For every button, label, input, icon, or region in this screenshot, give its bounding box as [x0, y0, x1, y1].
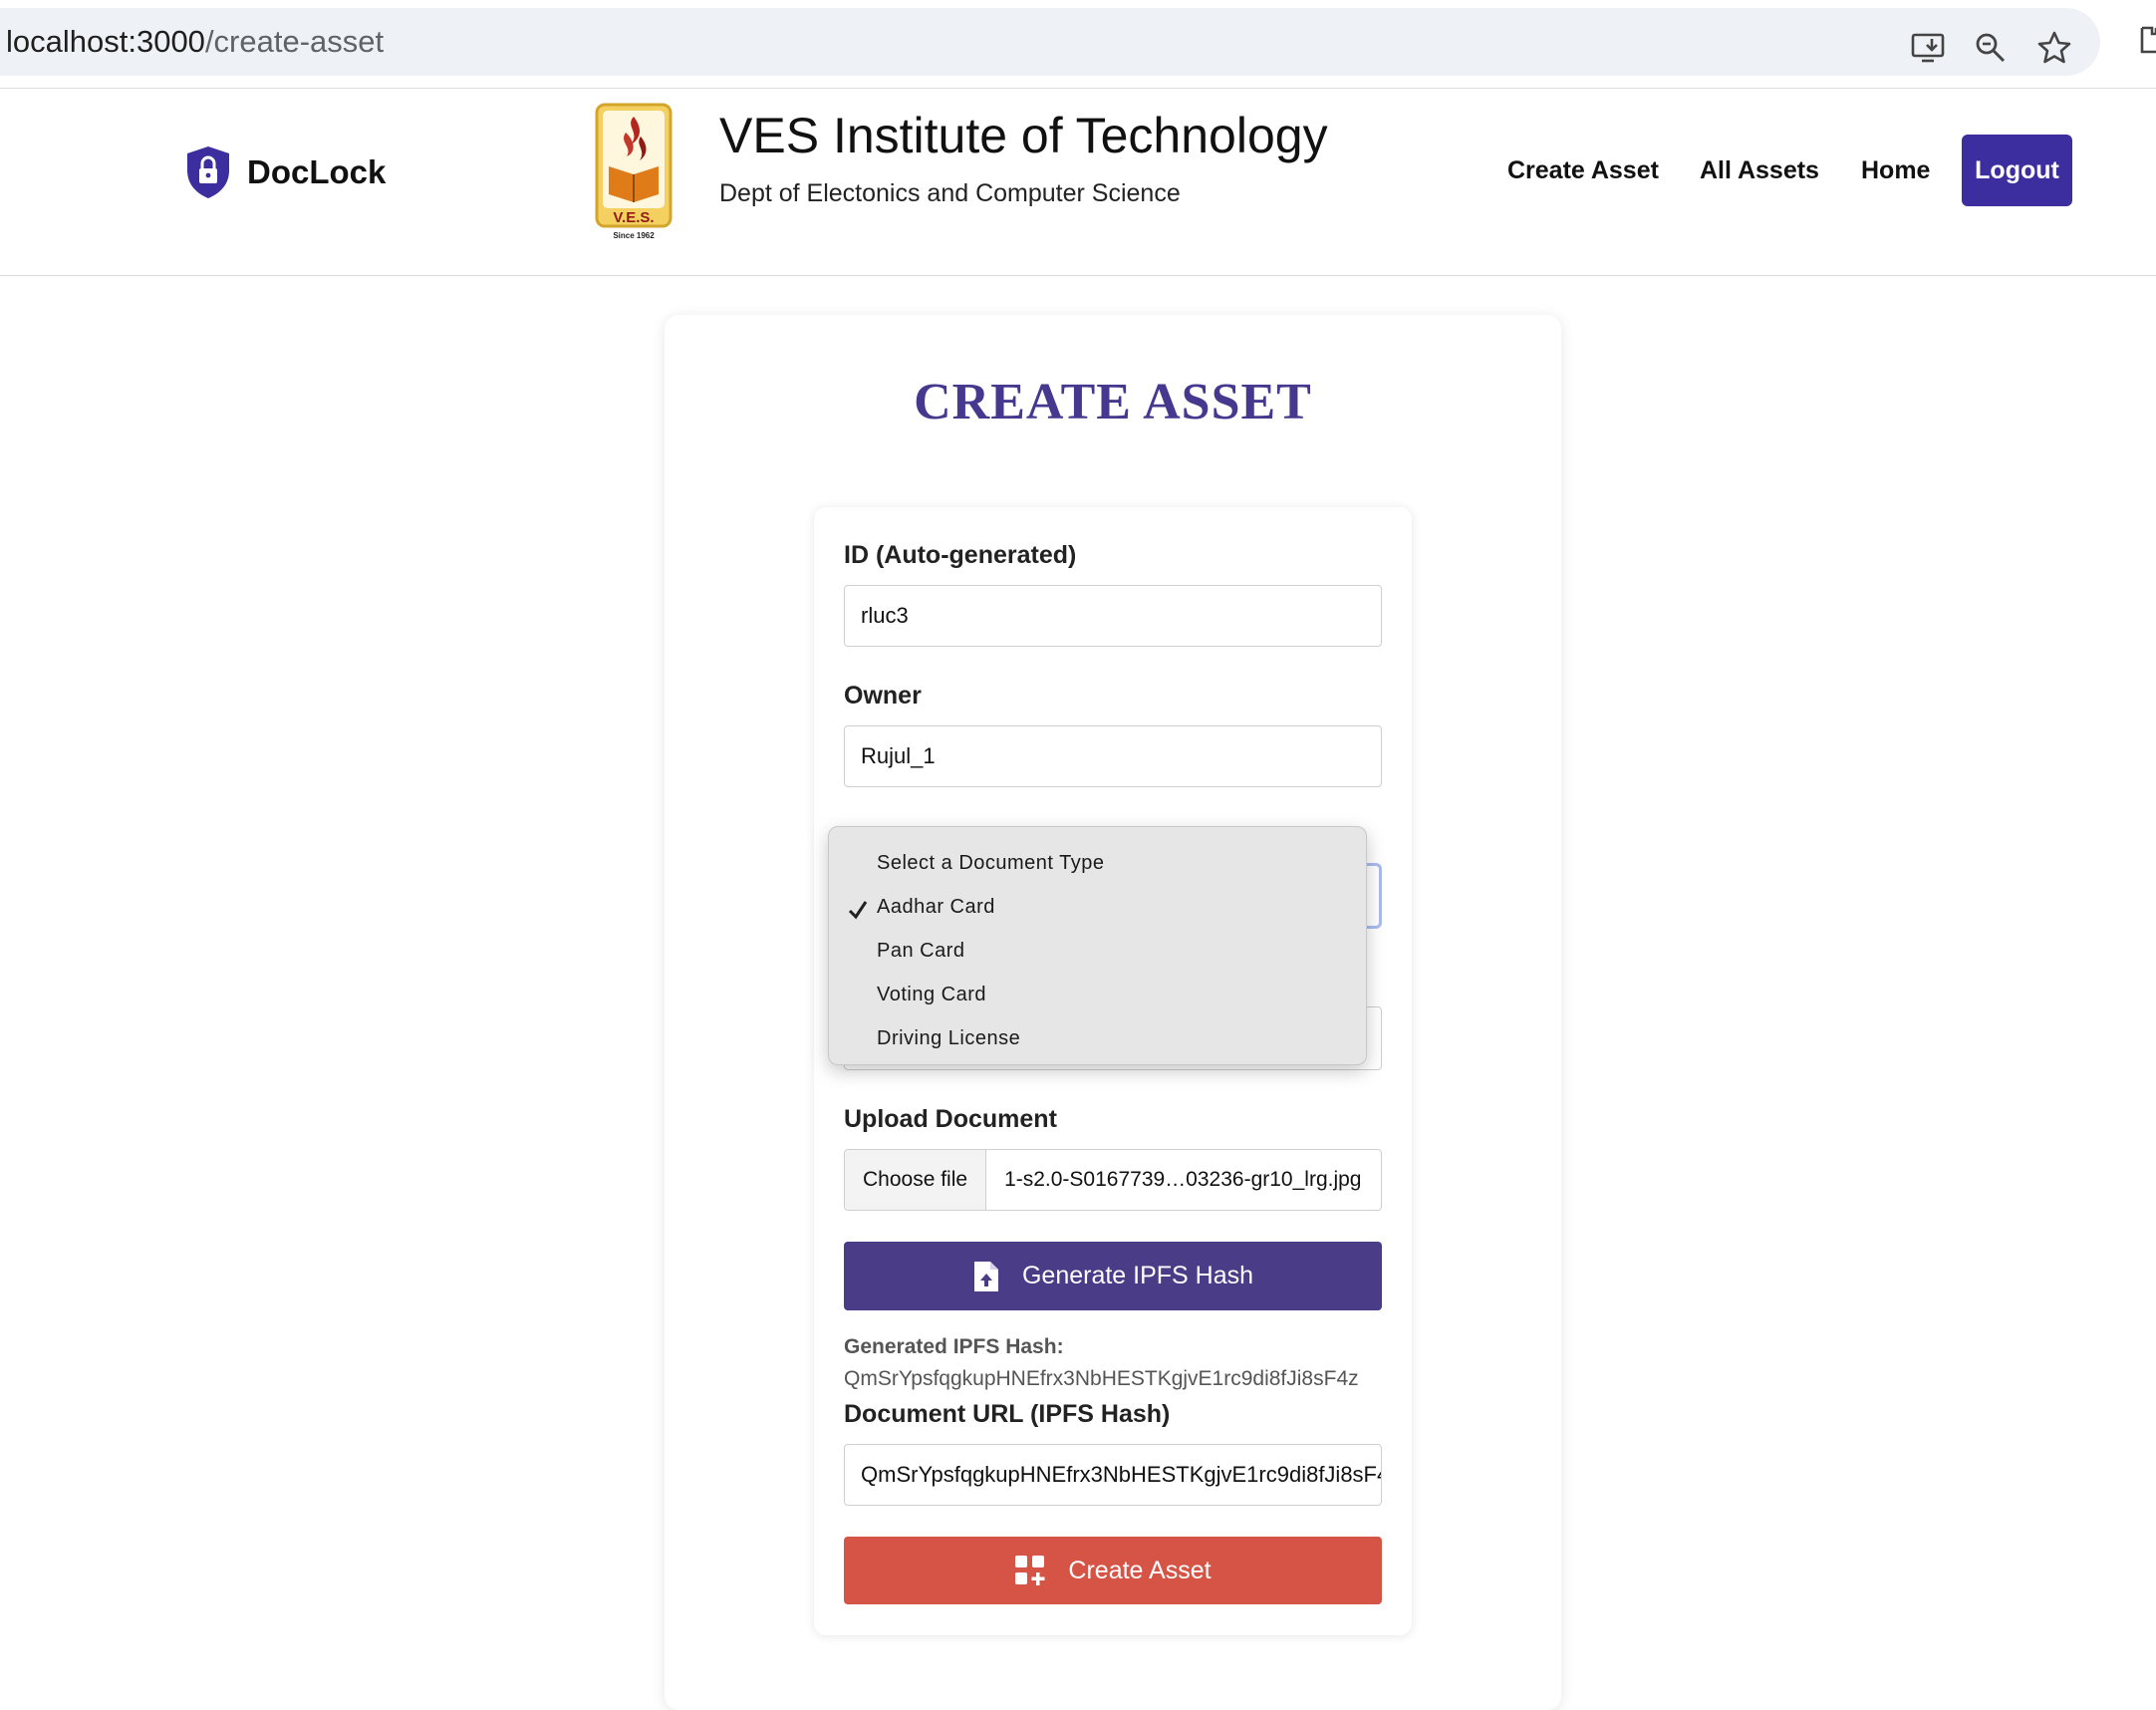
- document-url-field[interactable]: QmSrYpsfqgkupHNEfrx3NbHESTKgjvE1rc9di8fJ…: [844, 1444, 1382, 1506]
- document-type-dropdown: Select a Document Type Aadhar Card Pan C…: [828, 826, 1367, 1065]
- file-upload-icon: [973, 1261, 998, 1291]
- institute-title: VES Institute of Technology: [719, 108, 1328, 163]
- logo-since: Since 1962: [613, 231, 655, 240]
- shield-lock-icon: [187, 146, 229, 198]
- nav-create-asset[interactable]: Create Asset: [1507, 156, 1659, 185]
- create-asset-label: Create Asset: [1068, 1556, 1212, 1584]
- logout-button[interactable]: Logout: [1962, 135, 2072, 206]
- url-text[interactable]: localhost:3000/create-asset: [6, 8, 384, 76]
- bookmark-star-icon[interactable]: [2036, 30, 2072, 66]
- install-app-icon[interactable]: [1910, 30, 1946, 66]
- dropdown-option[interactable]: Pan Card: [829, 929, 1366, 973]
- extensions-icon[interactable]: [2138, 22, 2156, 58]
- page-title: CREATE ASSET: [914, 374, 1312, 430]
- dropdown-option[interactable]: Driving License: [829, 1016, 1366, 1060]
- dropdown-option-selected[interactable]: Aadhar Card: [829, 885, 1366, 929]
- id-label: ID (Auto-generated): [844, 541, 1077, 569]
- upload-label: Upload Document: [844, 1105, 1057, 1133]
- address-bar[interactable]: localhost:3000/create-asset: [0, 8, 2100, 76]
- generated-hash-label: Generated IPFS Hash:: [844, 1335, 1064, 1358]
- add-grid-icon: [1015, 1556, 1045, 1585]
- document-url-label: Document URL (IPFS Hash): [844, 1400, 1171, 1428]
- brand-name: DocLock: [247, 153, 387, 190]
- file-input[interactable]: Choose file 1-s2.0-S0167739…03236-gr10_l…: [844, 1149, 1382, 1211]
- site-header: DocLock V.E.S. Since 1962 VES Institute …: [0, 89, 2156, 276]
- institute-subtitle: Dept of Electonics and Computer Science: [719, 179, 1181, 207]
- dropdown-option[interactable]: Voting Card: [829, 973, 1366, 1016]
- ves-logo: V.E.S. Since 1962: [595, 103, 673, 240]
- brand[interactable]: DocLock: [183, 142, 386, 202]
- generate-ipfs-hash-button[interactable]: Generate IPFS Hash: [844, 1242, 1382, 1310]
- zoom-icon[interactable]: [1973, 30, 2009, 66]
- checkmark-icon: [848, 901, 868, 920]
- logo-text: V.E.S.: [613, 209, 654, 226]
- file-name: 1-s2.0-S0167739…03236-gr10_lrg.jpg: [1004, 1168, 1362, 1191]
- owner-field[interactable]: Rujul_1: [844, 725, 1382, 787]
- dropdown-option-label: Aadhar Card: [877, 896, 995, 918]
- nav-home[interactable]: Home: [1861, 156, 1930, 185]
- owner-label: Owner: [844, 682, 922, 710]
- create-asset-button[interactable]: Create Asset: [844, 1537, 1382, 1604]
- generate-ipfs-hash-label: Generate IPFS Hash: [1021, 1262, 1254, 1289]
- generated-hash-value: QmSrYpsfqgkupHNEfrx3NbHESTKgjvE1rc9di8fJ…: [844, 1367, 1359, 1390]
- url-host: localhost:3000: [6, 24, 205, 59]
- id-field[interactable]: rluc3: [844, 585, 1382, 647]
- choose-file-button[interactable]: Choose file: [845, 1150, 987, 1210]
- dropdown-option[interactable]: Select a Document Type: [829, 841, 1366, 885]
- nav-all-assets[interactable]: All Assets: [1700, 156, 1819, 185]
- url-path: /create-asset: [204, 24, 385, 59]
